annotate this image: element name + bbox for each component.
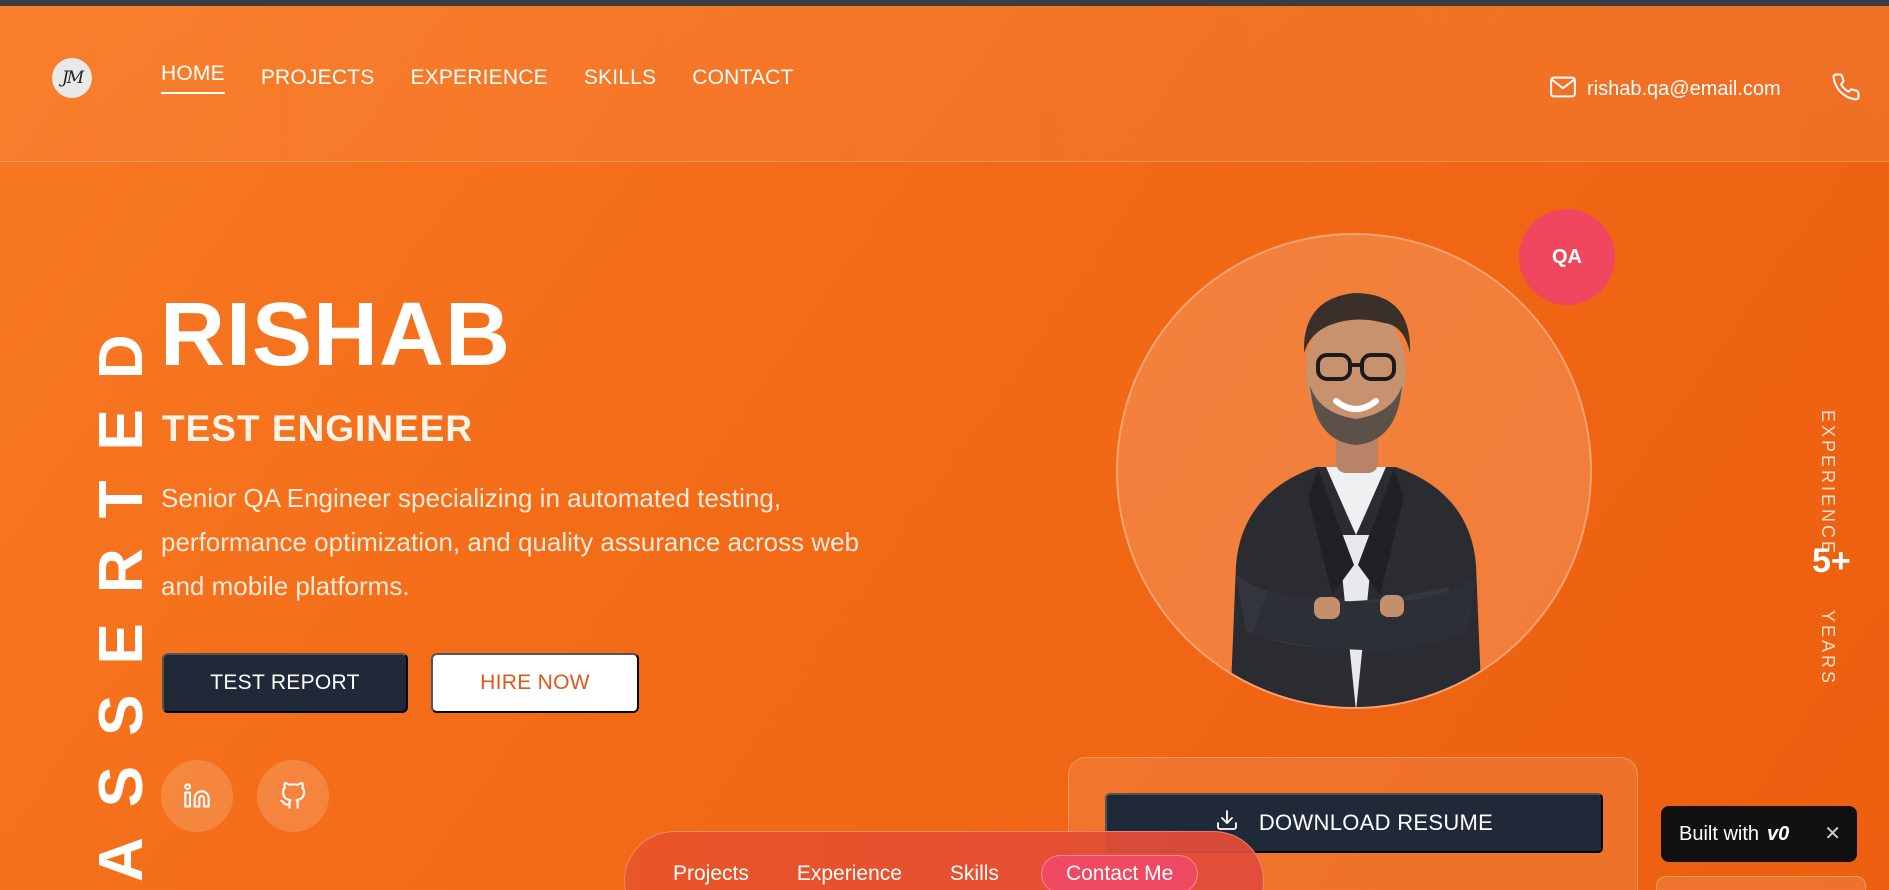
nav-skills[interactable]: SKILLS — [584, 66, 656, 98]
hero-description: Senior QA Engineer specializing in autom… — [161, 483, 860, 601]
built-with-badge[interactable]: Built with v0 ✕ — [1661, 806, 1857, 862]
hero-name: RISHAB — [160, 285, 512, 385]
phone-icon[interactable] — [1831, 72, 1861, 107]
side-vertical-word: ASSERTED — [87, 304, 156, 882]
linkedin-icon[interactable] — [161, 760, 233, 832]
hire-now-button[interactable]: HIRE NOW — [431, 653, 639, 713]
floating-nav-experience[interactable]: Experience — [797, 862, 902, 886]
qa-badge: QA — [1519, 209, 1615, 305]
nav-experience[interactable]: EXPERIENCE — [410, 66, 547, 98]
floating-nav-contact-button[interactable]: Contact Me — [1040, 855, 1199, 890]
experience-years-value: 5+ — [1812, 542, 1851, 580]
built-with-label: Built with — [1679, 822, 1760, 845]
github-icon[interactable] — [257, 760, 329, 832]
experience-label: EXPERIENCE — [1818, 410, 1838, 557]
nav-home[interactable]: HOME — [161, 62, 225, 94]
floating-nav: Projects Experience Skills Contact Me — [624, 831, 1264, 890]
years-label: YEARS — [1818, 610, 1838, 687]
site-logo[interactable]: JM — [52, 58, 92, 98]
nav-contact[interactable]: CONTACT — [692, 66, 793, 98]
v0-logo-icon: v0 — [1767, 822, 1790, 845]
corner-card — [1656, 876, 1866, 890]
site-header: JM HOME PROJECTS EXPERIENCE SKILLS CONTA… — [0, 6, 1889, 162]
mail-icon[interactable] — [1548, 72, 1578, 107]
main-nav: HOME PROJECTS EXPERIENCE SKILLS CONTACT — [161, 62, 794, 98]
test-report-button[interactable]: TEST REPORT — [162, 653, 408, 713]
floating-nav-skills[interactable]: Skills — [950, 862, 999, 886]
download-resume-label: DOWNLOAD RESUME — [1258, 810, 1494, 835]
profile-photo — [1116, 233, 1592, 709]
experience-indicator: EXPERIENCE 5+ YEARS — [1808, 410, 1864, 686]
email-link[interactable]: rishab.qa@email.com — [1587, 78, 1781, 101]
close-icon[interactable]: ✕ — [1824, 821, 1841, 846]
nav-projects[interactable]: PROJECTS — [261, 66, 375, 98]
floating-nav-projects[interactable]: Projects — [673, 862, 749, 886]
hero-role: TEST ENGINEER — [162, 408, 474, 449]
